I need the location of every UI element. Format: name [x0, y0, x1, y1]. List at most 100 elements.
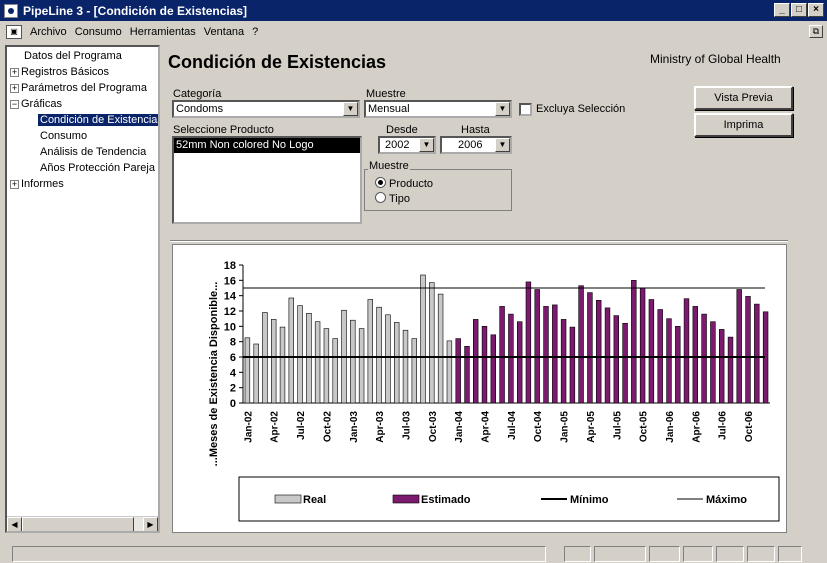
tree-item-label: Registros Básicos [21, 66, 110, 78]
print-button[interactable]: Imprima [694, 113, 793, 137]
chevron-down-icon[interactable]: ▼ [419, 138, 434, 152]
tree-item-condicion[interactable]: Condición de Existencias [38, 114, 158, 126]
y-tick-label: 14 [224, 291, 237, 303]
tree-item-label: Condición de Existencias [38, 114, 158, 126]
menu-herramientas[interactable]: Herramientas [126, 26, 200, 38]
expand-icon[interactable]: + [10, 67, 19, 77]
chevron-down-icon[interactable]: ▼ [495, 138, 510, 152]
x-tick-label: Jul-03 [401, 411, 412, 440]
hasta-label: Hasta [461, 124, 490, 136]
producto-label: Seleccione Producto [173, 124, 274, 136]
scroll-left-icon[interactable]: ◀ [7, 517, 22, 531]
categoria-value: Condoms [176, 103, 224, 115]
tree-item-tendencia[interactable]: Análisis de Tendencia [40, 146, 146, 158]
real-bar [411, 338, 417, 404]
estimado-bar [499, 306, 505, 404]
estimado-bar [543, 306, 549, 404]
chevron-down-icon[interactable]: ▼ [495, 102, 510, 116]
page-title: Condición de Existencias [168, 52, 387, 72]
window-title: PipeLine 3 - [Condición de Existencias] [23, 3, 248, 18]
legend-real-swatch [274, 494, 302, 504]
hasta-select[interactable]: 2006 ▼ [440, 136, 512, 154]
tree-item-label: Datos del Programa [24, 50, 122, 62]
tree-item-parametros[interactable]: + Parámetros del Programa [10, 82, 147, 94]
document-icon[interactable]: ▣ [6, 25, 22, 39]
producto-listbox[interactable]: 52mm Non colored No Logo [172, 136, 362, 224]
menu-archivo[interactable]: Archivo [26, 26, 71, 38]
stock-chart: 0 2 4 6 8 10 12 14 16 18 ...Meses de Existencia Di… [208, 260, 780, 522]
horizontal-scrollbar[interactable]: ◀ ▶ [7, 516, 158, 531]
real-bar [420, 274, 426, 404]
chevron-down-icon[interactable]: ▼ [343, 102, 358, 116]
tree-item-informes[interactable]: + Informes [10, 178, 64, 190]
radio-tipo[interactable] [375, 192, 386, 203]
estimado-bar [613, 315, 619, 404]
collapse-icon[interactable]: − [10, 99, 19, 109]
restore-window-icon[interactable]: ⧉ [809, 25, 823, 38]
menu-ventana[interactable]: Ventana [200, 26, 248, 38]
status-panel [716, 546, 744, 562]
tree-item-registros[interactable]: + Registros Básicos [10, 66, 109, 78]
expand-icon[interactable]: + [10, 83, 19, 93]
excluya-checkbox[interactable] [519, 103, 532, 116]
estimado-bar [666, 318, 672, 404]
estimado-bar [560, 319, 567, 404]
expand-icon[interactable]: + [10, 179, 19, 189]
estimado-bar [472, 319, 479, 404]
real-bar [253, 343, 259, 404]
status-panel [12, 546, 546, 562]
estimado-bar [622, 323, 628, 404]
tree-item-label: Análisis de Tendencia [40, 146, 147, 158]
tree-item-graficas[interactable]: − Gráficas [10, 98, 62, 110]
minimize-button[interactable]: _ [774, 3, 790, 17]
x-tick-label: Oct-02 [322, 411, 333, 443]
y-tick-label: 16 [224, 275, 236, 287]
menu-help[interactable]: ? [248, 26, 262, 38]
estimado-bar [718, 329, 725, 404]
scroll-thumb[interactable] [22, 517, 134, 531]
legend-estimado-label: Estimado [421, 494, 471, 506]
real-bar [323, 328, 330, 404]
estimado-bar [631, 279, 637, 404]
muestre-groupbox [364, 169, 512, 211]
estimado-bar [727, 336, 734, 404]
categoria-select[interactable]: Condoms ▼ [172, 100, 360, 118]
x-tick-label: Oct-03 [428, 411, 439, 443]
real-bar [437, 293, 444, 404]
x-tick-label: Apr-03 [375, 411, 386, 443]
estimado-bar [525, 281, 532, 404]
menu-consumo[interactable]: Consumo [71, 26, 126, 38]
menu-bar: ▣ Archivo Consumo Herramientas Ventana ?… [0, 22, 827, 42]
close-button[interactable]: × [808, 3, 824, 17]
estimado-bar [569, 326, 576, 404]
desde-value: 2002 [385, 139, 410, 151]
muestre-select[interactable]: Mensual ▼ [364, 100, 512, 118]
desde-select[interactable]: 2002 ▼ [378, 136, 436, 154]
divider [170, 240, 788, 242]
real-bar [429, 282, 435, 404]
real-bar [306, 313, 312, 404]
tree-item-anos[interactable]: Años Protección Pareja (A [40, 162, 160, 174]
tree-item-label: Años Protección Pareja (A [40, 162, 160, 174]
estimado-bar [754, 303, 760, 404]
preview-button[interactable]: Vista Previa [694, 86, 793, 110]
estimado-bar [464, 346, 470, 404]
estimado-bar [534, 289, 540, 404]
radio-producto[interactable] [375, 177, 386, 188]
estimado-bar [745, 296, 751, 404]
x-tick-label: Apr-05 [586, 411, 597, 443]
muestre-value: Mensual [368, 103, 410, 115]
navigation-tree: Datos del Programa + Registros Básicos + P… [5, 45, 160, 533]
status-panel [594, 546, 646, 562]
tree-item-datos[interactable]: Datos del Programa [24, 50, 122, 62]
scroll-right-icon[interactable]: ▶ [143, 517, 158, 531]
x-tick-label: Apr-06 [691, 411, 702, 443]
maximize-button[interactable]: □ [791, 3, 807, 17]
tree-item-label: Informes [21, 178, 64, 190]
list-item[interactable]: 52mm Non colored No Logo [174, 138, 360, 153]
x-tick-label: Apr-02 [270, 411, 281, 443]
real-bar [376, 306, 382, 404]
real-bar [358, 328, 365, 404]
estimado-bar [710, 321, 716, 404]
tree-item-consumo[interactable]: Consumo [40, 130, 87, 142]
